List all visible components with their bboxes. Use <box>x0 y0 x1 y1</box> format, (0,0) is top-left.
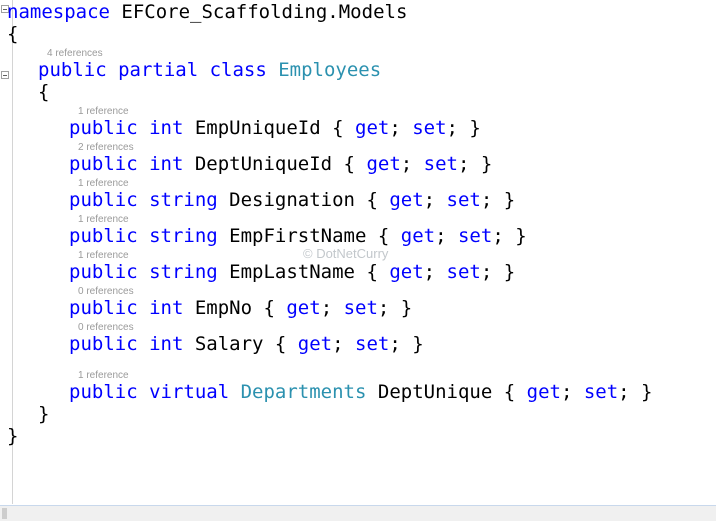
token-id: ; <box>423 189 447 211</box>
code-text-area[interactable]: namespace EFCore_Scaffolding.Models{4 re… <box>0 0 716 504</box>
token-kw: set <box>457 225 493 247</box>
token-punct <box>218 189 229 211</box>
token-punct <box>183 117 194 139</box>
token-punct: { <box>7 23 19 45</box>
line-namespace-open-brace[interactable]: { <box>7 24 18 44</box>
token-punct <box>183 153 194 175</box>
token-punct <box>366 381 377 403</box>
token-kw: public partial class <box>38 59 267 81</box>
token-kw: get <box>526 381 561 403</box>
line-namespace[interactable]: namespace EFCore_Scaffolding.Models <box>7 2 407 22</box>
token-kw: get <box>389 261 424 283</box>
token-punct <box>183 333 194 355</box>
token-id: DeptUniqueId { <box>194 153 367 175</box>
token-kw: public string <box>69 189 218 211</box>
token-kw: get <box>366 153 401 175</box>
token-punct: } <box>7 425 19 447</box>
token-id: ; } <box>618 381 653 403</box>
token-id: ; } <box>389 333 424 355</box>
token-id: ; } <box>446 117 481 139</box>
token-kw: set <box>343 297 378 319</box>
token-id: EFCore_Scaffolding.Models <box>121 1 408 23</box>
token-kw: set <box>412 117 447 139</box>
token-kw: public int <box>69 117 184 139</box>
line-class-close-brace[interactable]: } <box>38 404 49 424</box>
token-id: ; } <box>492 225 527 247</box>
token-punct <box>229 381 240 403</box>
token-kw: namespace <box>7 1 110 23</box>
token-id: ; <box>389 117 413 139</box>
line-property-deptuniqueid[interactable]: public int DeptUniqueId { get; set; } <box>69 154 492 174</box>
line-property-emplastname[interactable]: public string EmpLastName { get; set; } <box>69 262 515 282</box>
token-type: Employees <box>278 59 382 81</box>
token-id: ; <box>423 261 447 283</box>
token-punct <box>183 297 194 319</box>
token-punct <box>218 225 229 247</box>
token-id: EmpFirstName { <box>229 225 401 247</box>
token-id: Salary { <box>194 333 298 355</box>
token-punct <box>218 261 229 283</box>
token-kw: get <box>355 117 390 139</box>
token-punct: } <box>38 403 50 425</box>
token-id: ; } <box>457 153 493 175</box>
token-id: ; } <box>480 189 516 211</box>
token-punct: { <box>38 81 50 103</box>
token-kw: set <box>583 381 619 403</box>
line-namespace-close-brace[interactable]: } <box>7 426 18 446</box>
token-kw: public string <box>69 225 218 247</box>
line-class-declaration[interactable]: public partial class Employees <box>38 60 381 80</box>
token-id: ; <box>332 333 356 355</box>
token-kw: get <box>400 225 436 247</box>
horizontal-scrollbar[interactable] <box>0 506 716 521</box>
horizontal-scrollbar-thumb[interactable] <box>2 508 7 519</box>
line-property-empuniqueid[interactable]: public int EmpUniqueId { get; set; } <box>69 118 481 138</box>
token-id: ; <box>400 153 424 175</box>
line-property-salary[interactable]: public int Salary { get; set; } <box>69 334 424 354</box>
token-kw: public virtual <box>69 381 230 403</box>
token-kw: get <box>286 297 321 319</box>
token-kw: public int <box>69 333 184 355</box>
token-id: Designation { <box>229 189 390 211</box>
token-punct <box>267 59 278 81</box>
token-kw: set <box>446 189 481 211</box>
code-editor[interactable]: namespace EFCore_Scaffolding.Models{4 re… <box>0 0 716 521</box>
token-kw: get <box>297 333 333 355</box>
token-punct <box>110 1 121 23</box>
token-kw: public int <box>69 153 184 175</box>
token-id: ; } <box>480 261 516 283</box>
token-kw: public int <box>69 297 184 319</box>
token-id: ; <box>320 297 344 319</box>
line-property-empfirstname[interactable]: public string EmpFirstName { get; set; } <box>69 226 527 246</box>
token-kw: public string <box>69 261 218 283</box>
token-kw: set <box>446 261 481 283</box>
token-id: DeptUnique { <box>377 381 527 403</box>
token-kw: set <box>423 153 458 175</box>
line-property-deptunique[interactable]: public virtual Departments DeptUnique { … <box>69 382 653 402</box>
token-id: ; } <box>377 297 413 319</box>
token-id: ; <box>435 225 458 247</box>
token-type: Departments <box>240 381 367 403</box>
token-id: ; <box>560 381 584 403</box>
token-id: EmpNo { <box>194 297 287 319</box>
token-kw: set <box>355 333 390 355</box>
token-id: EmpUniqueId { <box>194 117 355 139</box>
line-property-designation[interactable]: public string Designation { get; set; } <box>69 190 515 210</box>
token-kw: get <box>389 189 424 211</box>
line-class-open-brace[interactable]: { <box>38 82 49 102</box>
token-id: EmpLastName { <box>229 261 390 283</box>
line-property-empno[interactable]: public int EmpNo { get; set; } <box>69 298 412 318</box>
